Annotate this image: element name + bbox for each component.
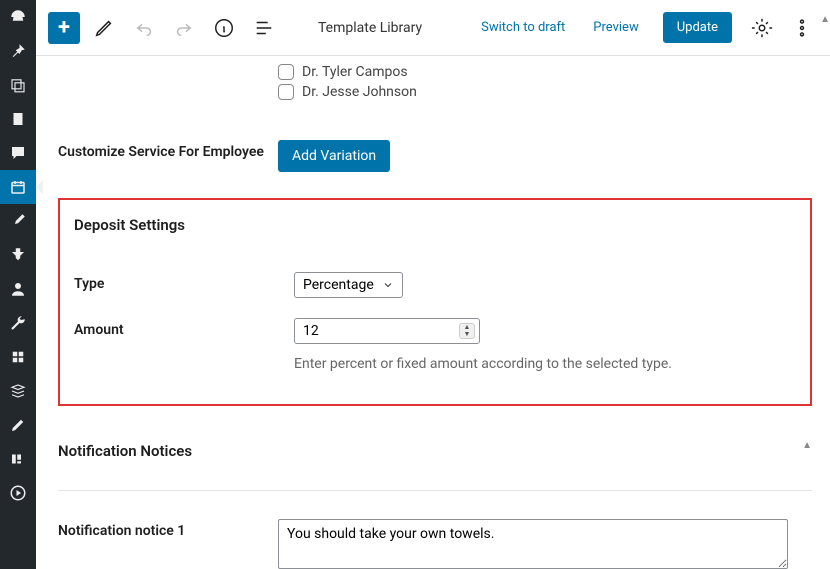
- notice1-row: Notification notice 1: [58, 509, 812, 569]
- deposit-title: Deposit Settings: [74, 216, 796, 262]
- employee-label-1: Dr. Tyler Campos: [302, 64, 408, 80]
- employee-checkbox-1[interactable]: [278, 64, 294, 80]
- notice1-label: Notification notice 1: [58, 519, 278, 539]
- preview-link[interactable]: Preview: [583, 20, 648, 35]
- employee-label-2: Dr. Jesse Johnson: [302, 84, 417, 100]
- deposit-settings-section: Deposit Settings ▲ Type Percentage Amoun…: [58, 198, 812, 406]
- edit-icon[interactable]: [88, 12, 120, 44]
- sidebar-item-users[interactable]: [0, 272, 36, 306]
- update-button[interactable]: Update: [663, 12, 732, 43]
- content-scroll[interactable]: Dr. Tyler Campos Dr. Jesse Johnson Custo…: [36, 56, 830, 569]
- sidebar-item-brush[interactable]: [0, 204, 36, 238]
- main-area: + Template Library Switch to draft Previ…: [36, 0, 830, 569]
- document-title: Template Library: [318, 20, 422, 36]
- notification-section: Notification Notices ▲ Notification noti…: [58, 426, 812, 569]
- more-icon[interactable]: [786, 12, 818, 44]
- customize-row: Customize Service For Employee Add Varia…: [58, 134, 812, 178]
- sidebar-item-comments[interactable]: [0, 136, 36, 170]
- sidebar-item-dashboard[interactable]: [0, 0, 36, 34]
- employee-option-1[interactable]: Dr. Tyler Campos: [278, 62, 812, 82]
- notice1-textarea[interactable]: [278, 519, 788, 569]
- sidebar-item-edit[interactable]: [0, 408, 36, 442]
- amount-hint: Enter percent or fixed amount according …: [294, 356, 796, 372]
- info-icon[interactable]: [208, 12, 240, 44]
- admin-sidebar: [0, 0, 36, 569]
- employee-option-2[interactable]: Dr. Jesse Johnson: [278, 82, 812, 102]
- sidebar-item-stack[interactable]: [0, 374, 36, 408]
- sidebar-item-settings[interactable]: [0, 340, 36, 374]
- number-spinner[interactable]: ▲▼: [459, 323, 475, 339]
- amount-input[interactable]: [303, 323, 453, 339]
- sidebar-item-tools[interactable]: [0, 306, 36, 340]
- type-row: Type Percentage: [74, 262, 796, 308]
- collapse-icon[interactable]: ▲: [802, 440, 812, 451]
- sidebar-item-play[interactable]: [0, 476, 36, 510]
- type-value: Percentage: [303, 277, 374, 293]
- sidebar-item-plugins[interactable]: [0, 238, 36, 272]
- notification-title: Notification Notices: [58, 442, 812, 478]
- add-block-button[interactable]: +: [48, 12, 80, 44]
- switch-draft-link[interactable]: Switch to draft: [471, 20, 575, 35]
- customize-label: Customize Service For Employee: [58, 140, 278, 172]
- employee-checkbox-2[interactable]: [278, 84, 294, 100]
- employees-row: Dr. Tyler Campos Dr. Jesse Johnson: [58, 56, 812, 108]
- sidebar-item-pin[interactable]: [0, 34, 36, 68]
- amount-input-wrap: ▲▼: [294, 318, 480, 344]
- gear-icon[interactable]: [746, 12, 778, 44]
- outline-icon[interactable]: [248, 12, 280, 44]
- redo-icon[interactable]: [168, 12, 200, 44]
- chevron-down-icon: [382, 279, 394, 291]
- amount-label: Amount: [74, 318, 294, 338]
- editor-toolbar: + Template Library Switch to draft Previ…: [36, 0, 830, 56]
- type-select[interactable]: Percentage: [294, 272, 403, 298]
- undo-icon[interactable]: [128, 12, 160, 44]
- type-label: Type: [74, 272, 294, 292]
- sidebar-item-widgets[interactable]: [0, 442, 36, 476]
- sidebar-item-media[interactable]: [0, 68, 36, 102]
- amount-row: Amount ▲▼ Enter percent or fixed amount …: [74, 308, 796, 382]
- sidebar-item-pages[interactable]: [0, 102, 36, 136]
- add-variation-button[interactable]: Add Variation: [278, 140, 390, 172]
- sidebar-item-calendar[interactable]: [0, 170, 36, 204]
